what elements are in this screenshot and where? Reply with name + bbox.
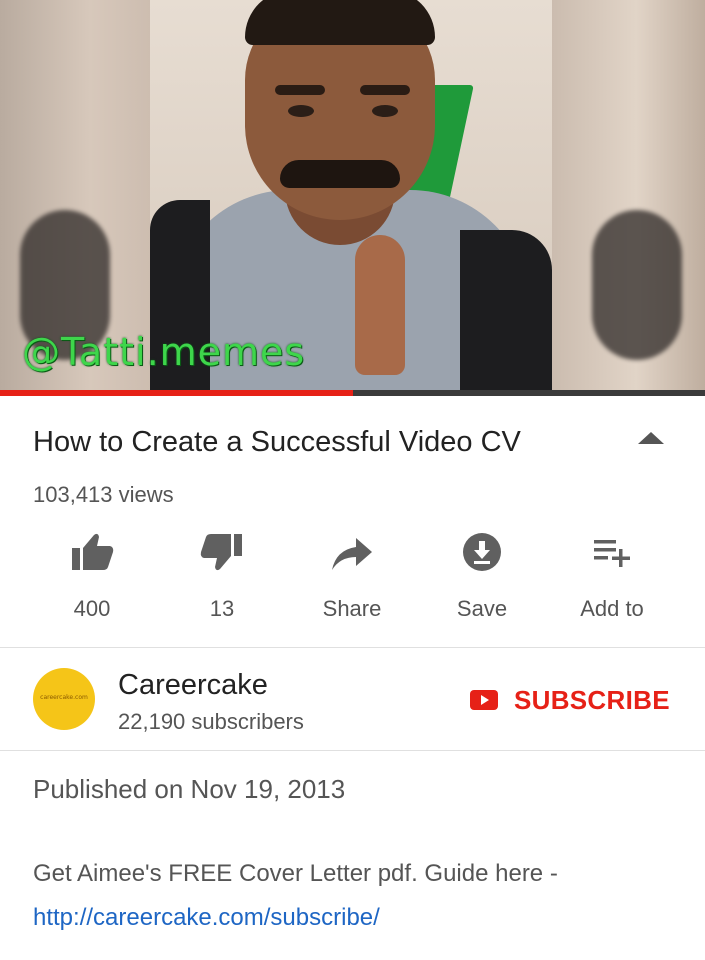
video-watermark: @Tatti.memes (22, 330, 306, 374)
subscribe-label: SUBSCRIBE (514, 684, 670, 715)
divider (0, 750, 705, 751)
save-button[interactable]: Save (417, 532, 547, 622)
share-label: Share (322, 596, 382, 621)
video-progress-fill (0, 390, 353, 396)
thumbs-up-icon (72, 533, 114, 570)
channel-row: careercake.com Careercake 22,190 subscri… (0, 649, 705, 749)
video-title-row[interactable]: How to Create a Successful Video CV (33, 426, 673, 466)
brow-left (275, 85, 325, 95)
add-to-label: Add to (580, 596, 644, 621)
video-player[interactable]: @Tatti.memes (0, 0, 705, 390)
description-link[interactable]: http://careercake.com/subscribe/ (33, 904, 380, 932)
finger-shape (355, 235, 405, 375)
video-title: How to Create a Successful Video CV (33, 426, 521, 458)
channel-name[interactable]: Careercake (118, 669, 268, 702)
action-bar: 400 13 Share Save Add to (27, 532, 677, 622)
moustache-shape (280, 160, 400, 188)
sleeve-right (460, 230, 552, 390)
dislike-count: 13 (209, 596, 235, 621)
youtube-logo-icon (470, 690, 498, 710)
save-label: Save (456, 596, 508, 621)
brow-right (360, 85, 410, 95)
collapse-arrow-icon[interactable] (638, 432, 664, 444)
thumbs-down-icon (200, 534, 242, 571)
add-to-button[interactable]: Add to (547, 532, 677, 622)
eye-right (372, 105, 398, 117)
view-count: 103,413 views (33, 482, 174, 507)
channel-avatar[interactable]: careercake.com (33, 668, 95, 730)
video-progress-bar[interactable] (0, 390, 705, 396)
subscriber-count: 22,190 subscribers (118, 709, 304, 734)
video-blur-right (552, 0, 705, 390)
share-icon (332, 538, 372, 570)
like-count: 400 (73, 596, 111, 621)
subscribe-button[interactable]: SUBSCRIBE (470, 685, 670, 715)
save-icon (463, 533, 501, 571)
divider (0, 647, 705, 648)
share-button[interactable]: Share (287, 532, 417, 622)
hair-shape (245, 0, 435, 45)
add-to-playlist-icon (594, 540, 630, 567)
like-button[interactable]: 400 (27, 532, 157, 622)
published-date: Published on Nov 19, 2013 (33, 774, 346, 804)
description-text: Get Aimee's FREE Cover Letter pdf. Guide… (33, 860, 558, 887)
avatar-logo-text: careercake.com (40, 694, 88, 701)
dislike-button[interactable]: 13 (157, 532, 287, 622)
eye-left (288, 105, 314, 117)
